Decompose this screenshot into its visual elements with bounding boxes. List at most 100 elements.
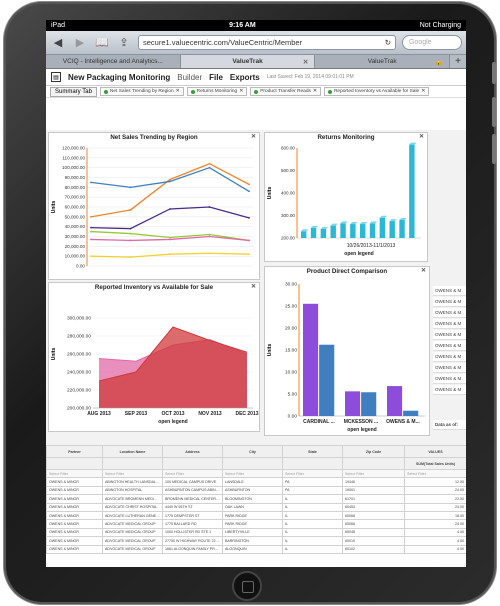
side-list-item[interactable]: OWENS & M xyxy=(433,341,466,351)
table-cell: ADVOCATE CHRIST HOSPITAL xyxy=(102,502,163,512)
filter-chip[interactable]: Product Transfer Reads ✕ xyxy=(250,87,321,96)
table-row[interactable]: OWENS & MINOR ABINGTON HOSPITAL ASHBURNTON… xyxy=(46,485,466,496)
status-dot-icon xyxy=(103,89,108,94)
table-cell: 60453 xyxy=(342,502,405,512)
data-point xyxy=(248,239,250,242)
table-cell: OWENS & MINOR xyxy=(46,536,103,546)
column-header[interactable]: Partner xyxy=(46,445,103,458)
column-header[interactable]: City xyxy=(222,445,283,458)
close-icon[interactable]: ✕ xyxy=(303,58,308,66)
y-tick-label: 60,000.00 xyxy=(65,205,86,210)
menu-exports[interactable]: Exports xyxy=(230,73,260,82)
bookmarks-icon[interactable]: 📖 xyxy=(94,36,110,50)
column-filter-select[interactable]: Select Filter xyxy=(282,468,343,479)
data-point xyxy=(248,183,250,186)
data-point xyxy=(208,233,211,236)
summary-tab[interactable]: Summary Tab xyxy=(50,86,97,97)
x-axis-label: 10/26/2013-11/1/2013 xyxy=(347,243,396,249)
table-cell: 1775 DEMPSTER ST xyxy=(162,510,223,521)
new-tab-button[interactable]: + xyxy=(450,55,466,68)
data-point xyxy=(208,162,211,165)
table-cell: 27750 W HIGHWAY ROUTE 22 STE 1 xyxy=(162,536,223,546)
menu-file[interactable]: File xyxy=(209,73,223,82)
side-list-item[interactable]: OWENS & M xyxy=(433,308,466,318)
table-cell: IL xyxy=(282,527,343,538)
data-point xyxy=(129,256,132,259)
x-tick-label: CARDINAL ... xyxy=(303,419,335,425)
search-input[interactable]: Google xyxy=(402,35,462,50)
menu-builder[interactable]: Builder xyxy=(177,73,202,82)
back-icon[interactable]: ◀ xyxy=(50,36,66,50)
column-filter-select[interactable]: Select Filter xyxy=(46,468,103,479)
filter-chip[interactable]: Net Sales Trending by Region ✕ xyxy=(99,87,184,96)
side-list-item[interactable]: OWENS & M xyxy=(433,363,466,373)
series-line xyxy=(90,206,250,230)
table-row[interactable]: OWENS & MINOR ADVOCATE CHRIST HOSPITAL 444… xyxy=(46,502,466,512)
column-header[interactable]: VALUES xyxy=(404,445,466,458)
table-cell: OWENS & MINOR xyxy=(46,502,103,512)
filter-chip[interactable]: Reported Inventory vs Available for Sale… xyxy=(323,87,430,96)
url-bar[interactable]: secure1.valuecentric.com/ValueCentric/Me… xyxy=(138,35,396,50)
bar xyxy=(389,221,395,238)
close-icon[interactable]: ✕ xyxy=(251,133,256,142)
side-list-item[interactable]: OWENS & M xyxy=(433,330,466,340)
column-filter-select[interactable]: Select Filter xyxy=(222,468,283,479)
column-header[interactable]: State xyxy=(282,445,343,458)
column-filter-select[interactable]: Select Filter xyxy=(342,468,405,479)
close-icon[interactable]: ✕ xyxy=(421,89,425,94)
close-icon[interactable]: ✕ xyxy=(313,89,317,94)
column-filter-select[interactable]: Select Filter xyxy=(404,468,466,479)
data-point xyxy=(248,253,250,256)
home-button[interactable] xyxy=(232,571,262,601)
data-point xyxy=(129,227,132,230)
table-row[interactable]: OWENS & MINORABINGTON HEALTH LANSDALE HO… xyxy=(46,477,466,487)
close-icon[interactable]: ✕ xyxy=(239,89,243,94)
side-list-item[interactable]: OWENS & M xyxy=(433,319,466,329)
tab-valuetrak[interactable]: ValueTrak 🔒 xyxy=(315,55,451,68)
close-icon[interactable]: ✕ xyxy=(251,283,256,292)
column-filter-select[interactable]: Select Filter xyxy=(162,468,223,479)
table-row[interactable]: OWENS & MINOR ADVOCATE MEDICAL GROUP 1661 … xyxy=(46,544,466,554)
tab-valuetrak-active[interactable]: ValueTrak ✕ xyxy=(180,55,316,68)
y-tick-label: 220,000.00 xyxy=(67,388,91,394)
close-icon[interactable]: ✕ xyxy=(421,267,426,276)
y-tick-label: 240,000.00 xyxy=(67,370,91,376)
data-point xyxy=(169,238,171,241)
column-header[interactable]: Zip Code xyxy=(342,445,405,458)
side-list-item[interactable]: OWENS & M xyxy=(433,385,466,395)
table-row[interactable]: OWENS & MINORADVOCATE LUTHERAN GENERAL H… xyxy=(46,510,466,521)
table-cell: 60010 xyxy=(342,536,405,546)
bar xyxy=(409,144,415,238)
table-cell: ADVOCATE LUTHERAN GENERAL HOSPITAL xyxy=(102,510,163,521)
data-point xyxy=(129,232,132,235)
data-point xyxy=(90,226,92,229)
side-list-item[interactable]: OWENS & M xyxy=(433,297,466,307)
reload-icon[interactable]: ↻ xyxy=(385,38,391,47)
side-list-item[interactable]: OWENS & M xyxy=(433,286,466,296)
table-cell: ADVOCATE BROMENN MEDICAL CENTER xyxy=(102,494,163,504)
legend-toggle: open legend xyxy=(158,419,187,425)
data-point xyxy=(90,215,92,218)
close-icon[interactable]: ✕ xyxy=(419,133,424,142)
header-spacer xyxy=(282,457,343,470)
y-tick-label: 50,000.00 xyxy=(65,214,86,219)
filter-chip[interactable]: Returns Monitoring ✕ xyxy=(186,87,248,96)
tab-vciq[interactable]: VCIQ - Intelligence and Analytics... xyxy=(46,55,181,68)
forward-icon[interactable]: ▶ xyxy=(72,36,88,50)
y-tick-label: 260,000.00 xyxy=(67,352,91,358)
column-header[interactable]: Location Name xyxy=(102,445,163,458)
table-row[interactable]: OWENS & MINOR ADVOCATE MEDICAL GROUP 1000 … xyxy=(46,527,466,538)
data-point xyxy=(129,209,132,211)
share-icon[interactable]: ⇪ xyxy=(116,36,132,50)
data-point xyxy=(248,216,250,219)
table-row[interactable]: OWENS & MINOR ADVOCATE MEDICAL GROUP 1775 … xyxy=(46,519,466,529)
column-header[interactable]: Address xyxy=(162,445,223,458)
side-list-item[interactable]: OWENS & M xyxy=(433,374,466,384)
side-list-item[interactable]: OWENS & M xyxy=(433,352,466,362)
table-row[interactable]: OWENS & MINOR ADVOCATE MEDICAL GROUP 27750… xyxy=(46,536,466,546)
column-filter-select[interactable]: Select Filter xyxy=(102,468,163,479)
y-tick-label: 300.00 xyxy=(281,213,295,218)
close-icon[interactable]: ✕ xyxy=(176,89,180,94)
table-row[interactable]: OWENS & MINORADVOCATE BROMENN MEDICAL CE… xyxy=(46,494,466,504)
table-cell: 24.00 xyxy=(404,502,466,512)
